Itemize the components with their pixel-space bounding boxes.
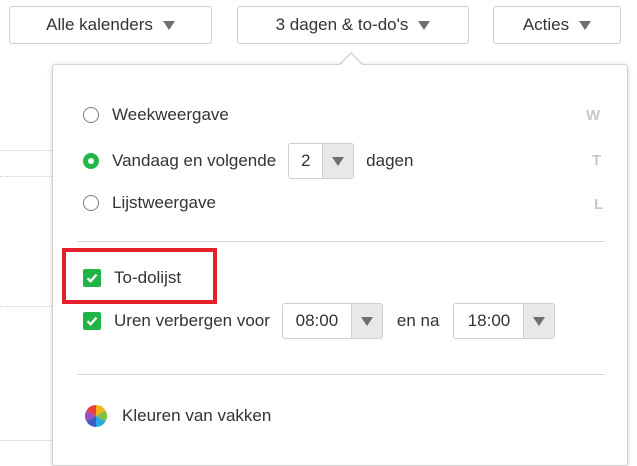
week-view-radio[interactable] (83, 107, 99, 123)
chevron-down-icon (322, 144, 354, 178)
view-mode-label: 3 dagen & to-do's (275, 15, 409, 34)
week-view-shortcut: W (586, 107, 601, 124)
list-view-shortcut: L (594, 196, 604, 213)
week-view-label: Weekweergave (112, 105, 229, 124)
option-hide-hours[interactable]: Uren verbergen voor 08:00 en na 18:00 (83, 303, 556, 339)
background-grid-line (0, 306, 52, 307)
chevron-down-icon (579, 20, 592, 30)
chevron-down-icon (162, 20, 175, 30)
today-view-label: Vandaag en volgende (112, 151, 277, 170)
days-count-select[interactable]: 2 (288, 143, 355, 179)
hide-hours-label: Uren verbergen voor (114, 311, 270, 330)
list-view-label: Lijstweergave (112, 193, 216, 212)
view-mode-dropdown[interactable]: 3 dagen & to-do's (237, 6, 469, 44)
hide-from-time-select[interactable]: 08:00 (281, 303, 383, 339)
days-suffix-label: dagen (366, 151, 414, 170)
hide-to-time-value: 18:00 (467, 311, 511, 330)
option-week-view[interactable]: Weekweergave (83, 105, 229, 125)
background-grid-line (0, 440, 52, 441)
option-list-view[interactable]: Lijstweergave (83, 193, 216, 213)
hide-from-time-value: 08:00 (295, 311, 339, 330)
all-calendars-label: Alle kalenders (46, 15, 153, 34)
actions-label: Acties (522, 15, 570, 34)
chevron-down-icon (350, 304, 382, 338)
chevron-down-icon (418, 20, 431, 30)
highlight-box (62, 248, 217, 304)
actions-dropdown[interactable]: Acties (493, 6, 621, 44)
option-today-and-next[interactable]: Vandaag en volgende 2 dagen (83, 143, 413, 179)
colors-label: Kleuren van vakken (122, 406, 272, 425)
chevron-down-icon (523, 304, 555, 338)
checkmark-icon (86, 316, 98, 326)
option-colors[interactable]: Kleuren van vakken (84, 404, 271, 428)
panel-caret-fill (339, 54, 363, 66)
today-view-shortcut: T (592, 152, 602, 169)
days-count-value: 2 (300, 151, 311, 170)
list-view-radio[interactable] (83, 195, 99, 211)
hide-to-time-select[interactable]: 18:00 (453, 303, 556, 339)
all-calendars-dropdown[interactable]: Alle kalenders (9, 6, 212, 44)
background-grid-line (0, 176, 52, 177)
hide-hours-checkbox[interactable] (83, 312, 101, 330)
background-grid-line (0, 150, 52, 151)
and-after-label: en na (396, 311, 440, 330)
color-wheel-icon (85, 405, 107, 427)
divider (77, 241, 605, 242)
today-view-radio[interactable] (83, 153, 99, 169)
divider (77, 374, 605, 375)
